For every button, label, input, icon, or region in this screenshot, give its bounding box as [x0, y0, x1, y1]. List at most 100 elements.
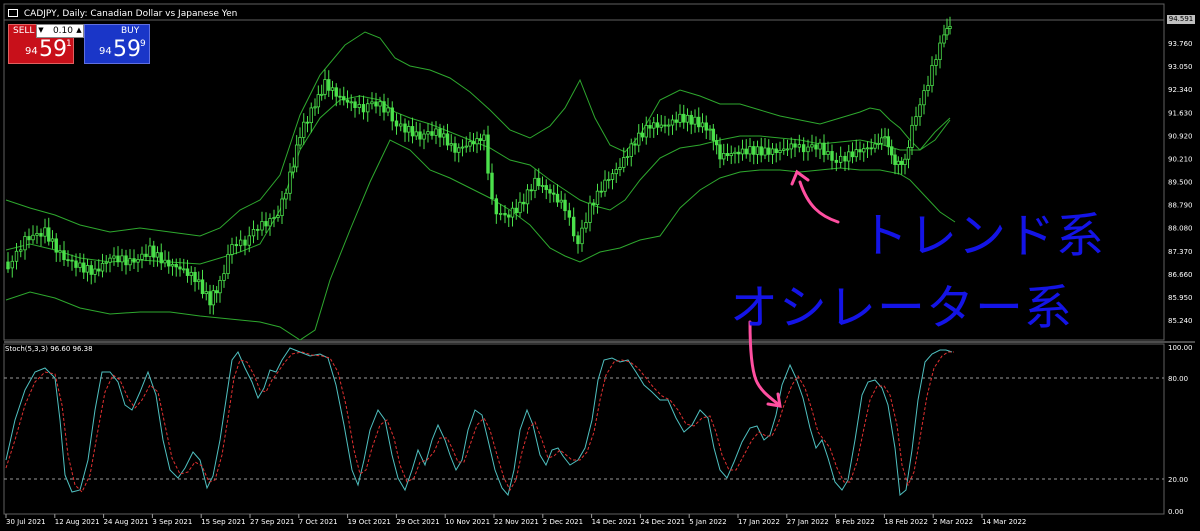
candle-body	[116, 255, 120, 263]
stoch-level-20: 20.00	[1168, 476, 1188, 484]
triangle-down-icon[interactable]: ▼	[36, 24, 46, 36]
candle-body	[910, 124, 914, 148]
candle-body	[595, 190, 600, 206]
candle-body	[178, 266, 182, 270]
candle-body	[525, 189, 530, 205]
candle-body	[390, 107, 394, 122]
candle-body	[770, 148, 775, 155]
candle-body	[378, 101, 382, 107]
candle-body	[374, 101, 378, 107]
price-axis-label: 91.630	[1168, 109, 1193, 117]
candle-body	[19, 249, 23, 252]
candle-body	[494, 198, 499, 215]
candle-body	[414, 131, 418, 137]
candle-body	[559, 199, 563, 203]
candle-body	[682, 113, 686, 123]
candle-body	[382, 101, 386, 113]
candle-body	[700, 122, 705, 128]
candle-body	[544, 185, 548, 190]
candle-body	[674, 119, 678, 123]
candle-body	[850, 151, 855, 158]
stoch-level-80: 80.00	[1168, 375, 1188, 383]
candle-body	[482, 134, 486, 141]
candle-body	[434, 128, 438, 136]
candle-body	[70, 259, 74, 262]
candle-body	[948, 26, 952, 29]
buy-button[interactable]: BUY 94 59 9	[84, 24, 150, 64]
candle-body	[498, 213, 503, 215]
candle-body	[170, 264, 175, 267]
candle-body	[637, 132, 641, 146]
candle-body	[214, 290, 219, 294]
candle-body	[120, 255, 124, 263]
date-axis: 30 Jul 2021 12 Aug 2021 24 Aug 2021 3 Sep 2…	[5, 514, 1026, 526]
candle-body	[737, 151, 741, 155]
stoch-level-0: 0.00	[1168, 508, 1184, 516]
candle-body	[182, 268, 186, 271]
trend-annotation: トレンド系	[860, 208, 1106, 264]
candle-body	[338, 95, 342, 98]
chart-title-bar: CADJPY, Daily: Canadian Dollar vs Japane…	[0, 9, 237, 21]
candle-body	[23, 236, 27, 251]
candle-body	[208, 291, 212, 306]
buy-price-sup: 9	[140, 39, 146, 49]
chart-window-icon[interactable]	[8, 9, 18, 17]
candle-body	[100, 262, 105, 272]
candle-body	[445, 133, 450, 146]
candle-body	[6, 267, 10, 270]
candle-body	[858, 149, 862, 153]
candle-body	[294, 144, 299, 168]
candle-body	[714, 140, 719, 146]
date-axis-label: 24 Dec 2021	[640, 518, 685, 526]
candle-body	[789, 143, 793, 150]
price-axis-label: 85.240	[1168, 317, 1193, 325]
candle-body	[945, 28, 949, 36]
date-axis-label: 17 Jan 2022	[738, 518, 780, 526]
candle-body	[155, 252, 160, 258]
candle-body	[503, 213, 507, 216]
candle-body	[814, 144, 818, 150]
triangle-up-icon[interactable]: ▲	[74, 24, 84, 36]
candle-body	[934, 59, 938, 66]
candle-body	[104, 261, 108, 264]
candle-body	[785, 148, 790, 151]
candle-body	[309, 107, 313, 124]
candle-body	[330, 87, 335, 91]
price-axis-label: 90.210	[1168, 155, 1193, 163]
candle-body	[478, 138, 483, 141]
candle-body	[782, 148, 786, 151]
candle-body	[407, 126, 411, 133]
candle-body	[85, 265, 90, 273]
candle-body	[763, 147, 767, 156]
candle-body	[797, 144, 802, 148]
stoch-pane-border	[3, 343, 1165, 515]
candle-body	[930, 65, 934, 86]
candle-body	[10, 260, 14, 269]
candle-body	[914, 116, 918, 126]
buy-price-big: 59	[113, 37, 141, 62]
date-axis-label: 5 Jan 2022	[689, 518, 727, 526]
candle-body	[211, 290, 216, 306]
date-axis-label: 2 Mar 2022	[933, 518, 973, 526]
candle-body	[563, 199, 567, 212]
candle-body	[418, 131, 422, 140]
candle-body	[464, 145, 468, 148]
candle-body	[319, 93, 324, 96]
candle-body	[288, 171, 292, 194]
candle-body	[801, 144, 806, 153]
candle-body	[926, 85, 930, 91]
candle-body	[272, 217, 276, 219]
candle-body	[552, 192, 556, 195]
chart-symbol-title: CADJPY, Daily: Canadian Dollar vs Japane…	[23, 9, 238, 19]
candle-body	[280, 198, 284, 217]
candle-body	[366, 103, 370, 113]
candle-body	[592, 202, 596, 206]
candle-body	[442, 133, 446, 138]
date-axis-label: 14 Dec 2021	[592, 518, 637, 526]
date-axis-label: 24 Aug 2021	[104, 518, 149, 526]
candle-body	[167, 259, 171, 267]
candle-body	[185, 268, 190, 276]
price-axis-label: 87.370	[1168, 248, 1193, 256]
candle-body	[886, 136, 891, 148]
chart-window[interactable]: 94.48093.76093.05092.34091.63090.92090.2…	[0, 0, 1200, 531]
